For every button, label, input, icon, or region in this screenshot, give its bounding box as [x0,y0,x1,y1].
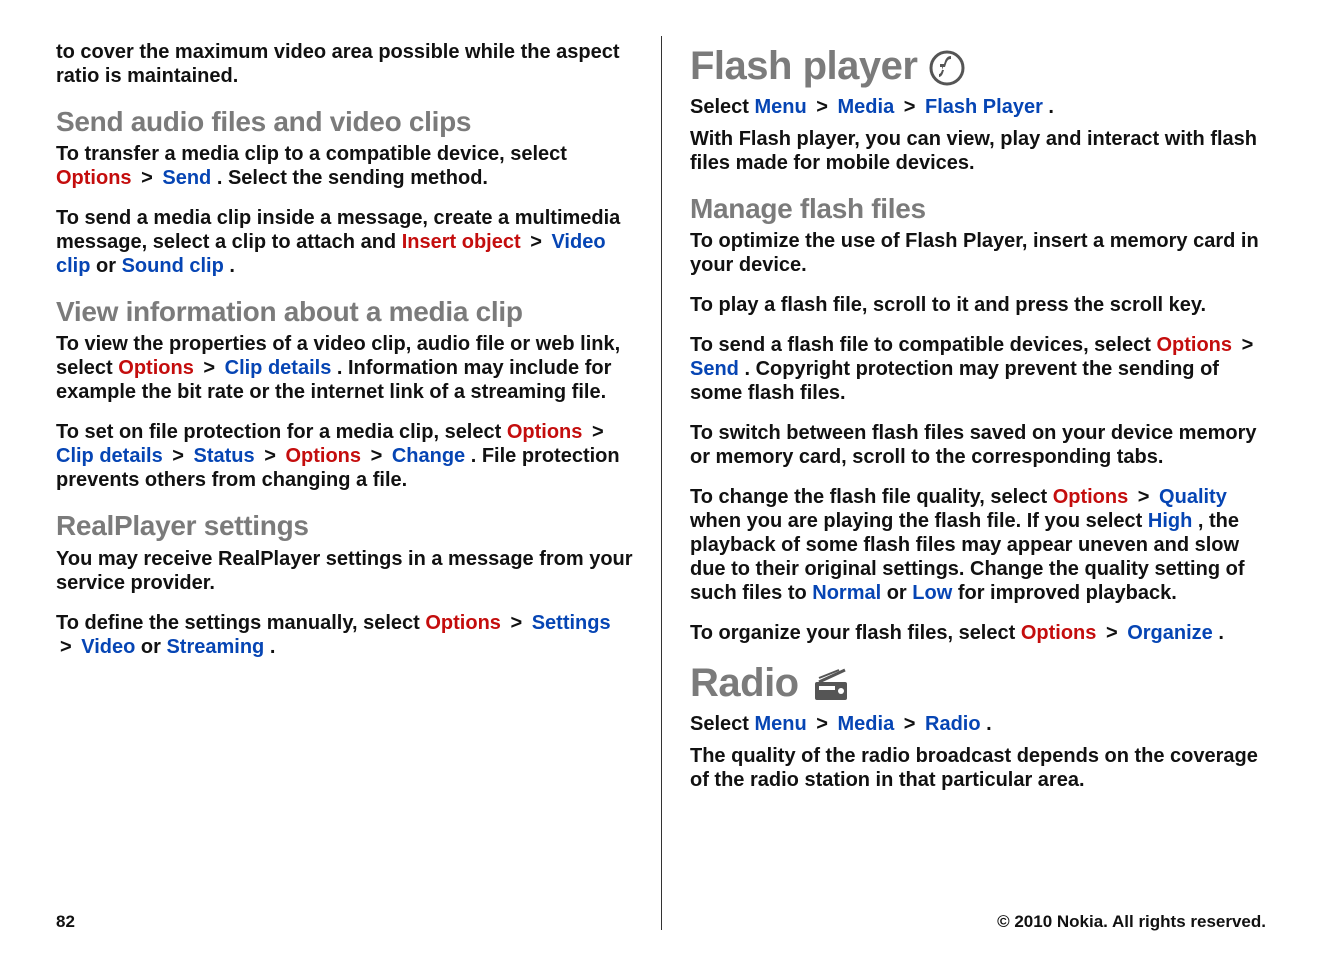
text: . Select the sending method. [217,167,488,189]
menu-radio[interactable]: Radio [925,713,981,735]
menu-menu[interactable]: Menu [754,713,806,735]
heading-realplayer: RealPlayer settings [56,510,633,542]
title-text: Flash player [690,44,917,89]
menu-send[interactable]: Send [162,167,211,189]
menu-insert-object[interactable]: Insert object [402,231,521,253]
manage-p5: To change the flash file quality, select… [690,485,1266,605]
breadcrumb-arrow-icon: > [900,96,920,118]
option-high[interactable]: High [1148,510,1192,532]
breadcrumb-arrow-icon: > [588,421,608,443]
text: . [986,713,992,735]
heading-manage-flash: Manage flash files [690,193,1266,225]
paragraph-send-2: To send a media clip inside a message, c… [56,206,633,278]
breadcrumb-arrow-icon: > [812,96,832,118]
radio-select-path: Select Menu > Media > Radio . [690,712,1266,736]
text: when you are playing the flash file. If … [690,510,1148,532]
menu-media[interactable]: Media [838,96,895,118]
text: To transfer a media clip to a compatible… [56,143,567,165]
copyright-text: © 2010 Nokia. All rights reserved. [997,912,1266,932]
menu-menu[interactable]: Menu [754,96,806,118]
text: or [141,636,167,658]
breadcrumb-arrow-icon: > [260,445,280,467]
text: To send a flash file to compatible devic… [690,334,1156,356]
menu-sound-clip[interactable]: Sound clip [122,255,224,277]
menu-status[interactable]: Status [194,445,255,467]
breadcrumb-arrow-icon: > [1102,622,1122,644]
paragraph-view-2: To set on file protection for a media cl… [56,420,633,492]
breadcrumb-arrow-icon: > [1238,334,1258,356]
text: To define the settings manually, select [56,612,425,634]
menu-options[interactable]: Options [118,357,194,379]
menu-change[interactable]: Change [392,445,465,467]
breadcrumb-arrow-icon: > [900,713,920,735]
manage-p2: To play a flash file, scroll to it and p… [690,293,1266,317]
menu-video[interactable]: Video [81,636,135,658]
menu-options[interactable]: Options [507,421,583,443]
text: for improved playback. [958,582,1177,604]
menu-options[interactable]: Options [56,167,132,189]
text: . [1218,622,1224,644]
menu-send[interactable]: Send [690,358,739,380]
breadcrumb-arrow-icon: > [56,636,76,658]
text: To change the flash file quality, select [690,486,1053,508]
title-text: Radio [690,661,799,706]
page-content: to cover the maximum video area possible… [0,0,1322,954]
text: . [270,636,276,658]
text: Select [690,96,754,118]
heading-flash-player: Flash player [690,44,1266,89]
radio-icon [811,661,853,706]
menu-media[interactable]: Media [838,713,895,735]
text: or [96,255,122,277]
manage-p3: To send a flash file to compatible devic… [690,333,1266,405]
menu-options[interactable]: Options [1021,622,1097,644]
menu-streaming[interactable]: Streaming [166,636,264,658]
text: or [887,582,913,604]
option-low[interactable]: Low [912,582,952,604]
flash-select-path: Select Menu > Media > Flash Player . [690,95,1266,119]
text: To set on file protection for a media cl… [56,421,507,443]
menu-flash-player[interactable]: Flash Player [925,96,1043,118]
right-column: Flash player Select Menu > Media > Flash… [661,36,1266,930]
radio-intro: The quality of the radio broadcast depen… [690,744,1266,792]
breadcrumb-arrow-icon: > [506,612,526,634]
menu-clip-details[interactable]: Clip details [225,357,332,379]
manage-p4: To switch between flash files saved on y… [690,421,1266,469]
breadcrumb-arrow-icon: > [168,445,188,467]
menu-settings[interactable]: Settings [532,612,611,634]
paragraph-real-1: You may receive RealPlayer settings in a… [56,547,633,595]
text: To organize your flash files, select [690,622,1021,644]
page-number: 82 [56,912,75,932]
heading-radio: Radio [690,661,1266,706]
intro-text: to cover the maximum video area possible… [56,40,633,88]
left-column: to cover the maximum video area possible… [56,36,661,930]
menu-options[interactable]: Options [1053,486,1129,508]
breadcrumb-arrow-icon: > [526,231,546,253]
text: . [1048,96,1054,118]
manage-p1: To optimize the use of Flash Player, ins… [690,229,1266,277]
heading-view-info: View information about a media clip [56,296,633,328]
heading-send-media: Send audio files and video clips [56,106,633,138]
text: Select [690,713,754,735]
text: . Copyright protection may prevent the s… [690,358,1219,404]
breadcrumb-arrow-icon: > [1134,486,1154,508]
breadcrumb-arrow-icon: > [199,357,219,379]
page-footer: 82 © 2010 Nokia. All rights reserved. [56,912,1266,932]
text: . [229,255,235,277]
manage-p6: To organize your flash files, select Opt… [690,621,1266,645]
menu-options[interactable]: Options [1156,334,1232,356]
menu-options[interactable]: Options [285,445,361,467]
menu-quality[interactable]: Quality [1159,486,1227,508]
menu-organize[interactable]: Organize [1127,622,1213,644]
flash-intro: With Flash player, you can view, play an… [690,127,1266,175]
paragraph-real-2: To define the settings manually, select … [56,611,633,659]
paragraph-view-1: To view the properties of a video clip, … [56,332,633,404]
paragraph-send-1: To transfer a media clip to a compatible… [56,142,633,190]
breadcrumb-arrow-icon: > [137,167,157,189]
breadcrumb-arrow-icon: > [812,713,832,735]
breadcrumb-arrow-icon: > [367,445,387,467]
option-normal[interactable]: Normal [812,582,881,604]
menu-clip-details[interactable]: Clip details [56,445,163,467]
flash-player-icon [929,44,965,89]
menu-options[interactable]: Options [425,612,501,634]
